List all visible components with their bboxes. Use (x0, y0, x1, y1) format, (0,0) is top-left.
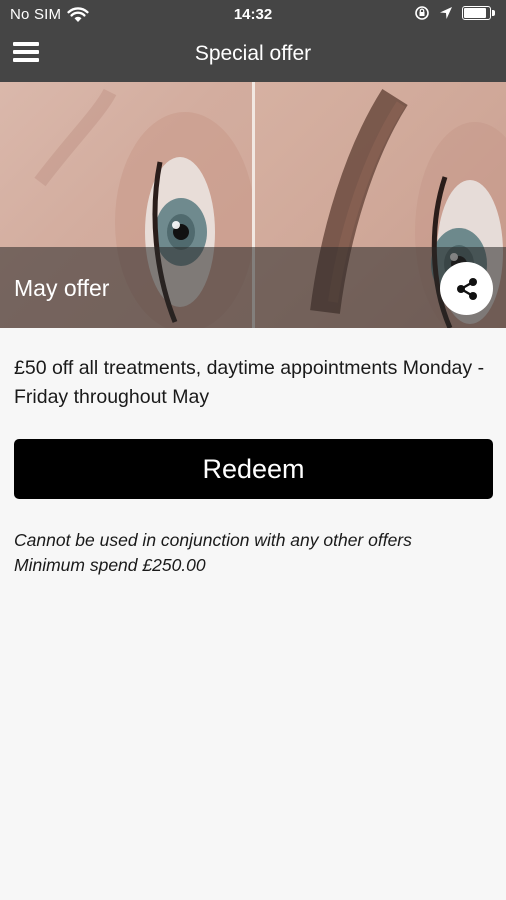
offer-terms: Cannot be used in conjunction with any o… (14, 528, 492, 578)
offer-caption: May offer (14, 275, 110, 301)
share-button[interactable] (440, 262, 493, 315)
location-icon (438, 5, 454, 21)
terms-line: Cannot be used in conjunction with any o… (14, 530, 412, 550)
offer-hero-image: May offer (0, 82, 506, 328)
nav-bar: Special offer (0, 30, 506, 82)
redeem-button[interactable]: Redeem (14, 439, 493, 499)
battery-icon (462, 5, 496, 21)
share-icon (456, 277, 477, 300)
terms-line: Minimum spend £250.00 (14, 555, 206, 575)
status-bar: No SIM 14:32 (0, 0, 506, 30)
page-title: Special offer (194, 42, 312, 65)
offer-description: £50 off all treatments, daytime appointm… (14, 357, 485, 408)
status-right (414, 5, 496, 21)
rotation-lock-icon (414, 5, 430, 21)
